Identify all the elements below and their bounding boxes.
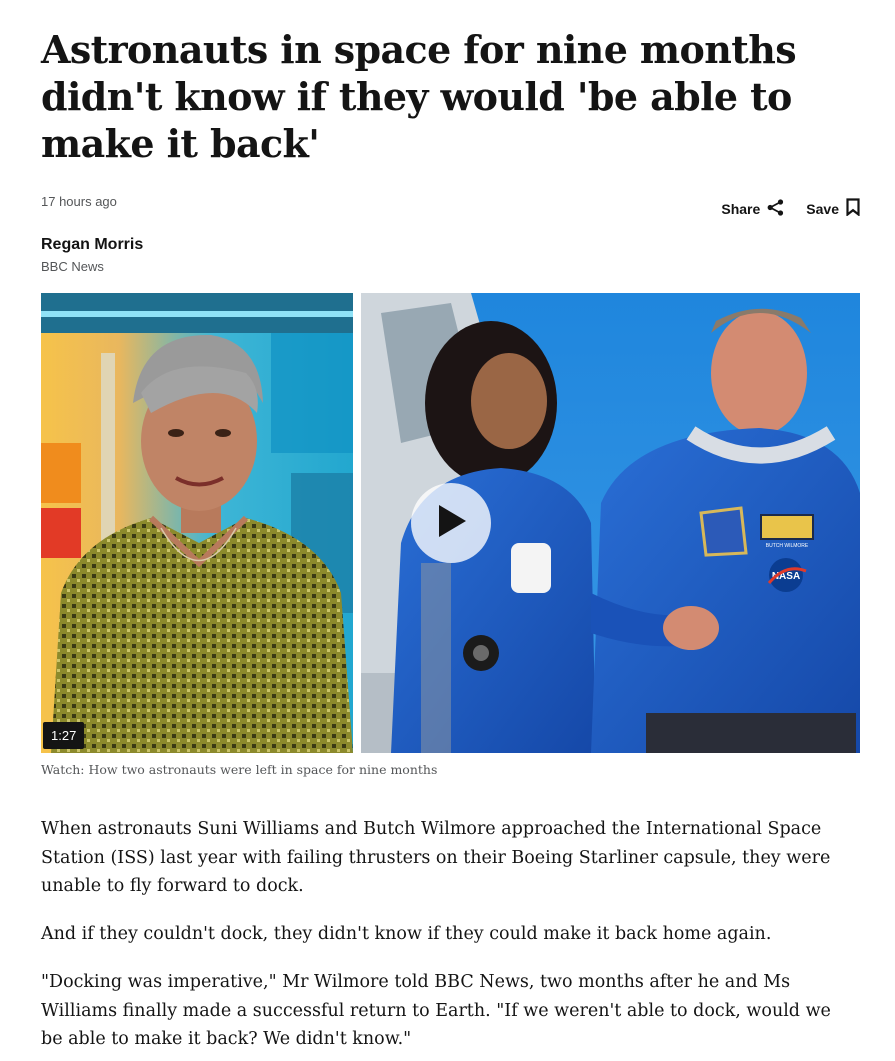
save-label: Save bbox=[806, 200, 839, 217]
body-paragraph: "Docking was imperative," Mr Wilmore tol… bbox=[41, 972, 831, 1049]
body-paragraph: And if they couldn't dock, they didn't k… bbox=[41, 924, 772, 944]
share-icon bbox=[767, 198, 784, 219]
article-actions: Share Save bbox=[721, 198, 860, 219]
save-button[interactable]: Save bbox=[806, 198, 860, 219]
presenter-image: 1:27 bbox=[41, 293, 353, 753]
bookmark-icon bbox=[846, 198, 860, 219]
video-caption: Watch: How two astronauts were left in s… bbox=[41, 762, 438, 777]
share-button[interactable]: Share bbox=[721, 198, 784, 219]
author-organization: BBC News bbox=[41, 259, 104, 274]
body-paragraph: When astronauts Suni Williams and Butch … bbox=[41, 819, 831, 896]
play-button[interactable] bbox=[411, 483, 491, 563]
name-patch-text: BUTCH WILMORE bbox=[766, 543, 809, 549]
video-player[interactable]: 1:27 BUTCH WILMORE NASA bbox=[41, 293, 860, 753]
share-label: Share bbox=[721, 200, 761, 217]
timestamp: 17 hours ago bbox=[41, 194, 117, 209]
video-duration: 1:27 bbox=[43, 722, 85, 749]
article-headline: Astronauts in space for nine months didn… bbox=[41, 27, 797, 166]
play-icon bbox=[433, 502, 469, 545]
author-name: Regan Morris bbox=[41, 236, 144, 253]
panel-divider bbox=[353, 293, 361, 753]
